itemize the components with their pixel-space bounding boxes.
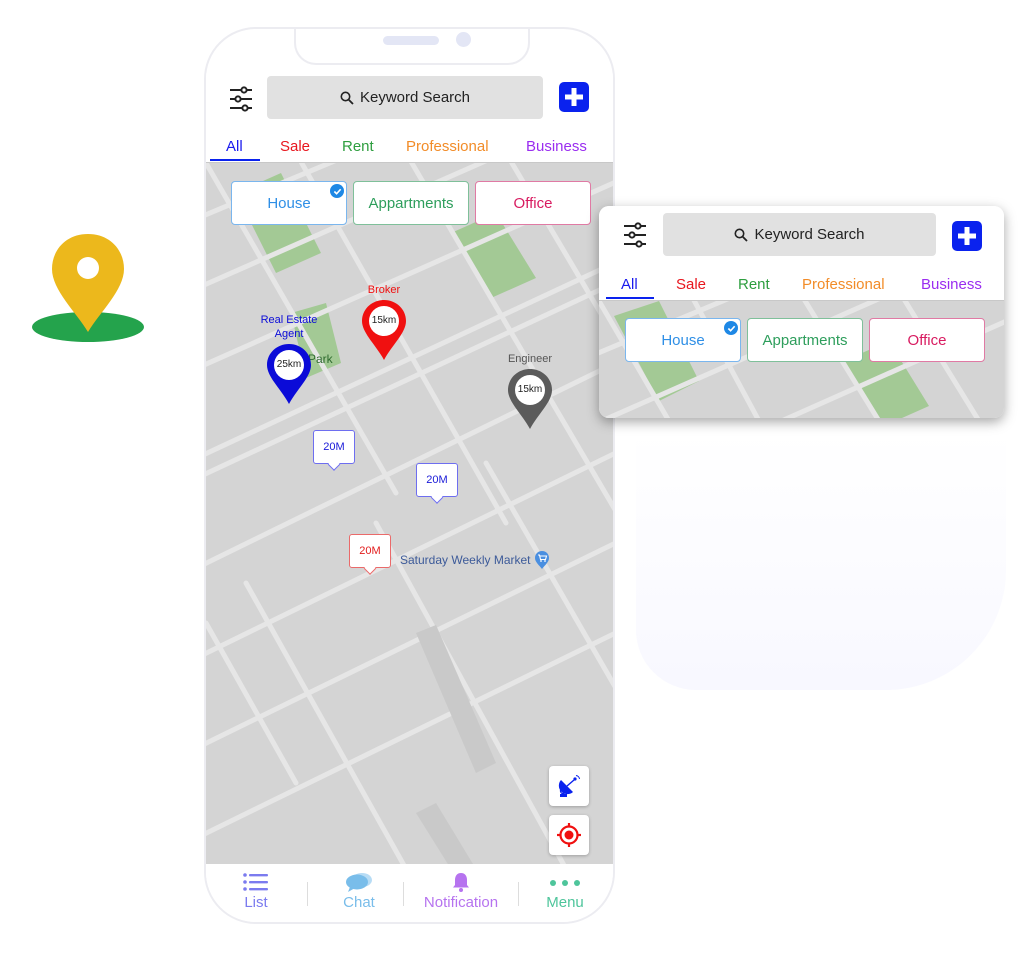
tab-business[interactable]: Business: [526, 138, 587, 155]
check-circle-icon: [724, 321, 738, 335]
chip-house[interactable]: House: [231, 181, 347, 225]
nav-divider: [307, 882, 308, 906]
search-icon: [340, 91, 354, 105]
search-placeholder: Keyword Search: [359, 89, 471, 106]
tab-rent[interactable]: Rent: [738, 276, 770, 293]
check-circle-icon: [330, 184, 344, 198]
active-tab-indicator: [606, 297, 654, 299]
tab-sale[interactable]: Sale: [676, 276, 706, 293]
marker-distance: 25km: [276, 359, 302, 370]
location-pin-illustration-icon: [32, 234, 144, 342]
chip-appartments[interactable]: Appartments: [747, 318, 863, 362]
header-preview-card: Keyword Search All Sale Rent Professiona…: [599, 206, 1004, 418]
property-type-chips: House Appartments Office: [231, 181, 591, 225]
tab-all[interactable]: All: [226, 138, 243, 155]
bell-icon: [453, 873, 469, 892]
tab-rent[interactable]: Rent: [342, 138, 374, 155]
target-icon: [557, 823, 581, 847]
price-tag-label: 20M: [426, 474, 448, 486]
nav-menu-label: Menu: [546, 894, 584, 911]
search-placeholder: Keyword Search: [754, 226, 865, 243]
bottom-navigation: List Chat Notification Menu: [206, 864, 613, 922]
poi-label: Saturday Weekly Market: [400, 553, 531, 567]
chip-office[interactable]: Office: [475, 181, 591, 225]
marker-label: Engineer: [507, 353, 553, 365]
dots-icon: [550, 880, 580, 886]
marker-distance: 15km: [517, 384, 543, 395]
speaker-grille: [383, 36, 439, 45]
nav-list[interactable]: List: [232, 872, 280, 911]
category-tabs: All Sale Rent Professional Business: [206, 131, 613, 161]
price-tag[interactable]: 20M: [313, 430, 355, 464]
sliders-icon[interactable]: [622, 221, 648, 249]
tab-professional[interactable]: Professional: [802, 276, 885, 293]
map-roads: [206, 163, 613, 868]
active-tab-indicator: [210, 159, 260, 161]
marker-real-estate-agent[interactable]: Real Estate Agent 25km: [254, 313, 324, 408]
background-decoration: [636, 430, 1006, 690]
property-type-chips: House Appartments Office: [625, 318, 985, 362]
chat-bubbles-icon: [346, 873, 372, 892]
keyword-search-input[interactable]: Keyword Search: [267, 76, 543, 119]
sliders-icon[interactable]: [228, 85, 254, 113]
chip-appartments[interactable]: Appartments: [353, 181, 469, 225]
nav-menu[interactable]: Menu: [540, 872, 590, 911]
shopping-cart-icon: [534, 551, 549, 569]
nav-divider: [518, 882, 519, 906]
marker-label-line2: Agent: [274, 328, 304, 340]
map-view[interactable]: House Appartments Office Park Real Estat…: [206, 162, 613, 868]
chip-house-label: House: [267, 194, 311, 212]
keyword-search-input[interactable]: Keyword Search: [663, 213, 936, 256]
marker-distance: 15km: [371, 315, 397, 326]
tab-business[interactable]: Business: [921, 276, 982, 293]
price-tag-label: 20M: [359, 545, 381, 557]
nav-chat-label: Chat: [343, 894, 375, 911]
price-tag[interactable]: 20M: [416, 463, 458, 497]
plus-icon: [958, 227, 976, 245]
category-tabs: All Sale Rent Professional Business: [599, 269, 1004, 299]
chip-appartments-label: Appartments: [762, 331, 848, 349]
nav-notification-label: Notification: [423, 894, 499, 911]
phone-frame: Keyword Search All Sale Rent Professiona…: [204, 27, 615, 924]
chip-office-label: Office: [907, 331, 947, 349]
my-location-button[interactable]: [549, 815, 589, 855]
map-pin-icon: [267, 344, 311, 404]
tab-all[interactable]: All: [621, 276, 638, 293]
add-listing-button[interactable]: [952, 221, 982, 251]
poi-saturday-weekly-market[interactable]: Saturday Weekly Market: [400, 550, 550, 570]
search-icon: [734, 228, 749, 242]
nav-notification[interactable]: Notification: [416, 872, 506, 911]
price-tag[interactable]: 20M: [349, 534, 391, 568]
marker-broker[interactable]: Broker 15km: [359, 283, 409, 365]
tab-professional[interactable]: Professional: [406, 138, 489, 155]
phone-notch: [294, 29, 530, 65]
chip-office-label: Office: [513, 194, 553, 212]
price-tag-label: 20M: [323, 441, 345, 453]
nav-divider: [403, 882, 404, 906]
plus-icon: [565, 88, 583, 106]
satellite-button[interactable]: [549, 766, 589, 806]
chip-appartments-label: Appartments: [368, 194, 454, 212]
chip-house[interactable]: House: [625, 318, 741, 362]
preview-map: House Appartments Office: [599, 300, 1004, 418]
chip-office[interactable]: Office: [869, 318, 985, 362]
map-pin-icon: [362, 300, 406, 360]
tab-sale[interactable]: Sale: [280, 138, 310, 155]
list-icon: [243, 873, 268, 891]
satellite-dish-icon: [558, 775, 580, 797]
marker-label: Broker: [367, 284, 401, 296]
nav-chat[interactable]: Chat: [334, 872, 384, 911]
front-camera: [456, 32, 471, 47]
nav-list-label: List: [244, 894, 268, 911]
map-pin-icon: [508, 369, 552, 429]
chip-house-label: House: [661, 331, 705, 349]
add-listing-button[interactable]: [559, 82, 589, 112]
marker-engineer[interactable]: Engineer 15km: [502, 352, 558, 434]
marker-label-line1: Real Estate: [260, 314, 318, 326]
